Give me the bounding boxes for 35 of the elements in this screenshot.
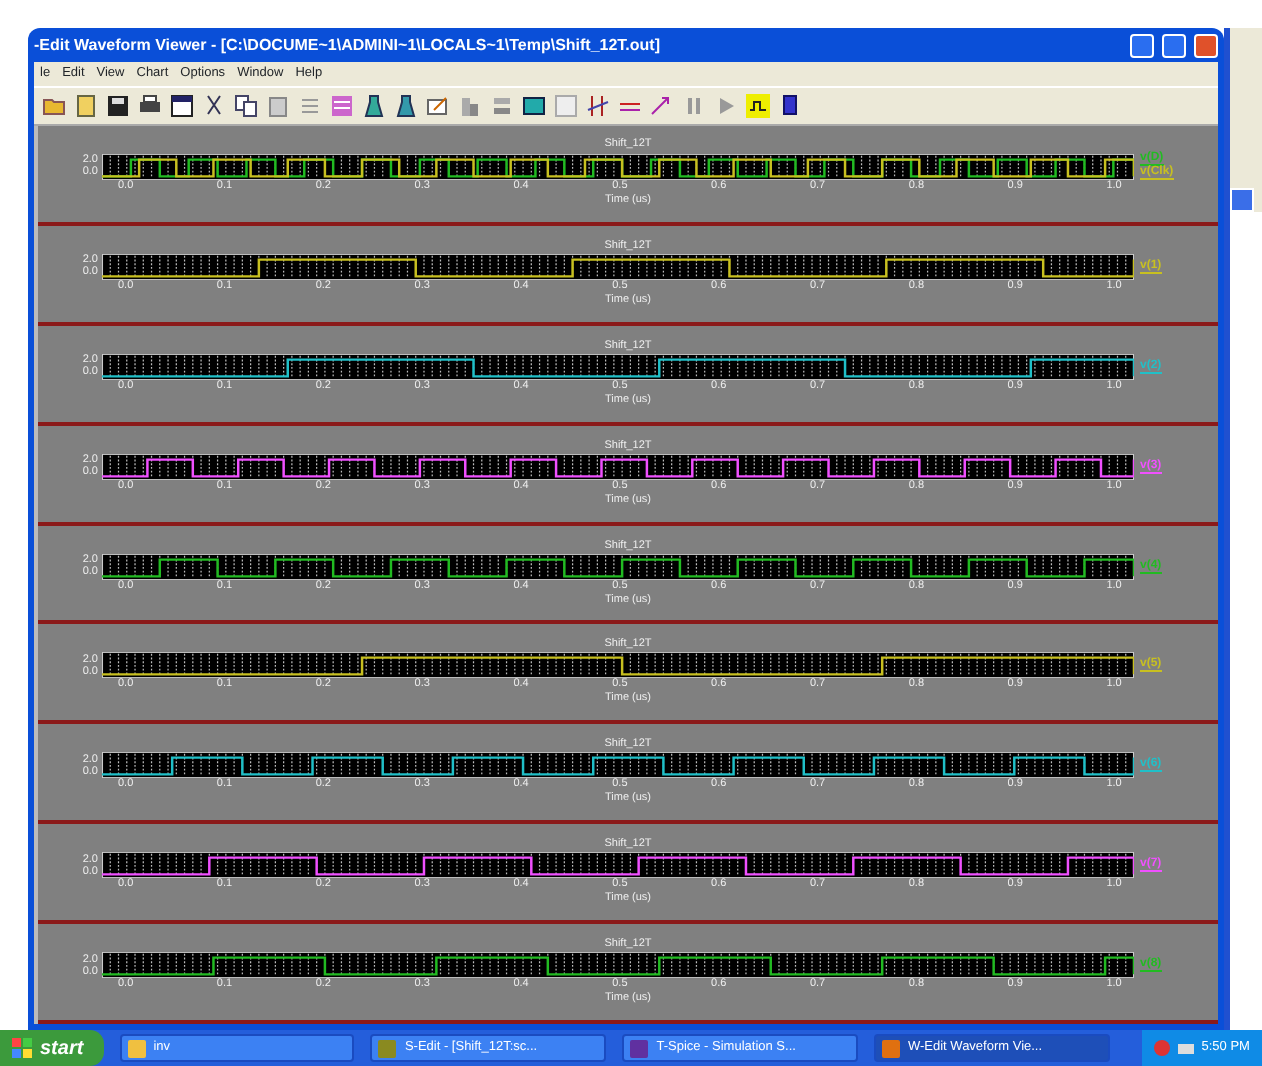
cursor-icon <box>586 94 610 118</box>
flask-icon <box>394 94 418 118</box>
app-icon <box>881 1039 900 1057</box>
arrow-icon <box>650 94 674 118</box>
pause-icon <box>682 94 706 118</box>
close-button[interactable] <box>1230 188 1254 212</box>
document-icon <box>74 94 98 118</box>
list-icon <box>298 94 322 118</box>
window-title: -Edit Waveform Viewer - [C:\DOCUME~1\ADMINI~1\LOCALS~1\Temp\Shift_12T.out] <box>34 33 663 57</box>
play-icon <box>714 94 738 118</box>
windows-logo-icon <box>12 1038 32 1058</box>
toolbar-button[interactable] <box>234 94 258 118</box>
toolbar-button[interactable] <box>106 94 130 118</box>
close-button[interactable] <box>1194 33 1218 57</box>
scissors-icon <box>202 94 226 118</box>
toolbar-button[interactable] <box>202 94 226 118</box>
flask-icon <box>362 94 386 118</box>
folder-icon <box>127 1039 146 1057</box>
app-icon <box>378 1039 397 1057</box>
toolbar-button[interactable] <box>362 94 386 118</box>
copy-icon <box>234 94 258 118</box>
start-button[interactable]: start <box>0 1030 104 1066</box>
toolbar-button[interactable] <box>138 94 162 118</box>
printer-icon <box>138 94 162 118</box>
waveform-icon <box>746 94 770 118</box>
minimize-button[interactable] <box>1130 33 1154 57</box>
maximize-button[interactable] <box>1162 33 1186 57</box>
folder-icon <box>42 94 66 118</box>
save-icon <box>106 94 130 118</box>
pencil-icon <box>426 94 450 118</box>
toolbar-button[interactable] <box>586 94 610 118</box>
app-icon <box>630 1039 649 1057</box>
toolbar-button[interactable] <box>746 94 770 118</box>
toolbar-button[interactable] <box>394 94 418 118</box>
list-icon <box>330 94 354 118</box>
